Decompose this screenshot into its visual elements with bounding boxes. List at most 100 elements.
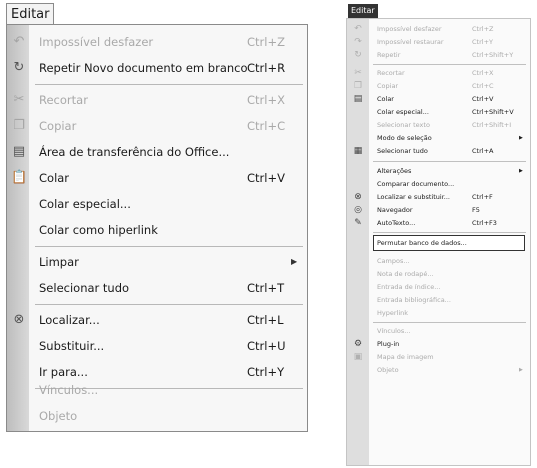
cut-icon: ✂ <box>13 92 25 107</box>
menu-item-shortcut: Ctrl+Shift+I <box>472 121 512 129</box>
menu-item-object: Objeto <box>7 403 307 429</box>
menu-item-find[interactable]: ⊗ Localizar... Ctrl+L <box>7 307 307 333</box>
menu-item-label: Entrada bibliográfica... <box>377 296 451 304</box>
autotext-icon: ✎ <box>354 218 362 228</box>
submenu-arrow-icon: ▶ <box>519 135 523 141</box>
menu-item-label: Entrada de índice... <box>377 283 441 291</box>
menu-item-label: Mapa de imagem <box>377 353 434 361</box>
menu-separator <box>373 64 526 65</box>
paste-icon: 📋 <box>11 170 28 185</box>
menu-item-label: Recortar <box>377 69 405 77</box>
menu-item-repeat[interactable]: ↻ Repetir Novo documento em branco Ctrl+… <box>7 55 307 81</box>
menu-item-office-clipboard[interactable]: ▤ Área de transferência do Office... <box>7 139 307 165</box>
menu-item-label: Hyperlink <box>377 309 409 317</box>
menu-item-label: Selecionar texto <box>377 121 430 129</box>
menu-item-shortcut: Ctrl+V <box>472 95 494 103</box>
binoculars-icon: ⊗ <box>13 312 25 327</box>
menu-item-restore: ↷ Impossível restaurar Ctrl+Y <box>347 36 530 48</box>
menu-item-label: Vínculos... <box>39 383 99 397</box>
menu-item-label: Nota de rodapé... <box>377 270 434 278</box>
menu-item-shortcut: Ctrl+Z <box>247 35 285 49</box>
menu-item-plugin[interactable]: ⚙ Plug-in <box>347 338 530 350</box>
submenu-arrow-icon: ▶ <box>291 257 298 266</box>
menu-item-object: Objeto ▶ <box>347 364 530 376</box>
binoculars-icon: ⊗ <box>354 192 362 202</box>
menu-item-select-text: Selecionar texto Ctrl+Shift+I <box>347 119 530 131</box>
menu-separator <box>373 322 526 323</box>
menu-item-label: Vínculos... <box>377 327 411 335</box>
submenu-arrow-icon: ▶ <box>519 168 523 174</box>
menu-item-undo: ↶ Impossível desfazer Ctrl+Z <box>7 29 307 55</box>
menu-item-find-replace[interactable]: ⊗ Localizar e substituir... Ctrl+F <box>347 191 530 203</box>
menu-item-autotext[interactable]: ✎ AutoTexto... Ctrl+F3 <box>347 217 530 229</box>
menu-item-label: Colar <box>39 171 70 185</box>
menu-item-shortcut: Ctrl+A <box>472 147 494 155</box>
menu-item-label: Substituir... <box>39 339 105 353</box>
menu-item-repeat: ↻ Repetir Ctrl+Shift+Y <box>347 49 530 61</box>
menu-item-label: Impossível restaurar <box>377 38 444 46</box>
menu-item-select-all[interactable]: ▦ Selecionar tudo Ctrl+A <box>347 145 530 157</box>
menu-item-label: Colar como hiperlink <box>39 223 158 237</box>
menu-item-label: Objeto <box>39 409 78 423</box>
redo-icon: ↷ <box>354 37 362 47</box>
menu-item-paste-special[interactable]: Colar especial... <box>7 191 307 217</box>
menu-item-shortcut: Ctrl+R <box>247 61 286 75</box>
menu-item-label: Impossível desfazer <box>39 35 154 49</box>
menu-item-fields: Campos... <box>347 255 530 267</box>
edit-menu-title[interactable]: Editar <box>348 4 378 18</box>
menu-item-copy: ❐ Copiar Ctrl+C <box>347 80 530 92</box>
menu-item-shortcut: Ctrl+X <box>472 69 494 77</box>
menu-item-links: Vínculos... <box>7 377 307 403</box>
menu-item-label: Repetir <box>377 51 401 59</box>
submenu-arrow-icon: ▶ <box>519 367 523 373</box>
menu-item-label: Impossível desfazer <box>377 25 442 33</box>
menu-item-label: Área de transferência do Office... <box>39 145 230 159</box>
menu-item-paste[interactable]: 📋 Colar Ctrl+V <box>7 165 307 191</box>
menu-item-select-all[interactable]: Selecionar tudo Ctrl+T <box>7 275 307 301</box>
menu-item-shortcut: Ctrl+Shift+V <box>472 108 514 116</box>
menu-item-paste[interactable]: ▤ Colar Ctrl+V <box>347 93 530 105</box>
menu-item-shortcut: F5 <box>472 206 480 214</box>
menu-item-label: Localizar e substituir... <box>377 193 450 201</box>
menu-item-compare-document[interactable]: Comparar documento... <box>347 178 530 190</box>
copy-icon: ❐ <box>353 81 363 91</box>
menu-item-shortcut: Ctrl+T <box>247 281 285 295</box>
menu-item-label: Modo de seleção <box>377 134 432 142</box>
menu-item-undo: ↶ Impossível desfazer Ctrl+Z <box>347 23 530 35</box>
undo-icon: ↶ <box>354 24 362 34</box>
menu-item-changes[interactable]: Alterações ▶ <box>347 165 530 177</box>
menu-item-label: Permutar banco de dados... <box>377 239 467 247</box>
menu-item-copy: ❐ Copiar Ctrl+C <box>7 113 307 139</box>
menu-item-label: Campos... <box>377 257 410 265</box>
menu-item-shortcut: Ctrl+Z <box>472 25 494 33</box>
menu-item-shortcut: Ctrl+V <box>247 171 285 185</box>
menu-item-selection-mode[interactable]: Modo de seleção ▶ <box>347 132 530 144</box>
menu-item-label: Limpar <box>39 255 79 269</box>
menu-separator <box>35 246 303 247</box>
menu-item-label: Localizar... <box>39 313 100 327</box>
edit-menu-dropdown: ↶ Impossível desfazer Ctrl+Z ↷ Impossíve… <box>346 18 531 466</box>
menu-item-bibliography-entry: Entrada bibliográfica... <box>347 294 530 306</box>
menu-item-shortcut: Ctrl+C <box>247 119 286 133</box>
menu-item-clear[interactable]: Limpar ▶ <box>7 249 307 275</box>
plugin-icon: ⚙ <box>353 339 363 349</box>
menu-item-shortcut: Ctrl+C <box>472 82 494 90</box>
menu-item-label: Selecionar tudo <box>377 147 428 155</box>
menu-item-label: Copiar <box>377 82 399 90</box>
menu-item-paste-special[interactable]: Colar especial... Ctrl+Shift+V <box>347 106 530 118</box>
menu-item-cut: ✂ Recortar Ctrl+X <box>7 87 307 113</box>
menu-separator <box>35 304 303 305</box>
menu-item-paste-as-hyperlink[interactable]: Colar como hiperlink <box>7 217 307 243</box>
menu-item-label: Repetir Novo documento em branco <box>39 61 248 75</box>
menu-item-footnote: Nota de rodapé... <box>347 268 530 280</box>
clipboard-icon: ▤ <box>12 144 26 159</box>
image-map-icon: ▣ <box>353 352 363 362</box>
edit-menu-title[interactable]: Editar <box>6 3 54 25</box>
menu-item-shortcut: Ctrl+Shift+Y <box>472 51 514 59</box>
menu-item-replace[interactable]: Substituir... Ctrl+U <box>7 333 307 359</box>
menu-item-exchange-database[interactable]: Permutar banco de dados... <box>347 237 530 249</box>
paste-icon: ▤ <box>353 94 363 104</box>
menu-item-shortcut: Ctrl+Y <box>472 38 493 46</box>
menu-item-label: Selecionar tudo <box>39 281 130 295</box>
menu-item-navigator[interactable]: ◎ Navegador F5 <box>347 204 530 216</box>
